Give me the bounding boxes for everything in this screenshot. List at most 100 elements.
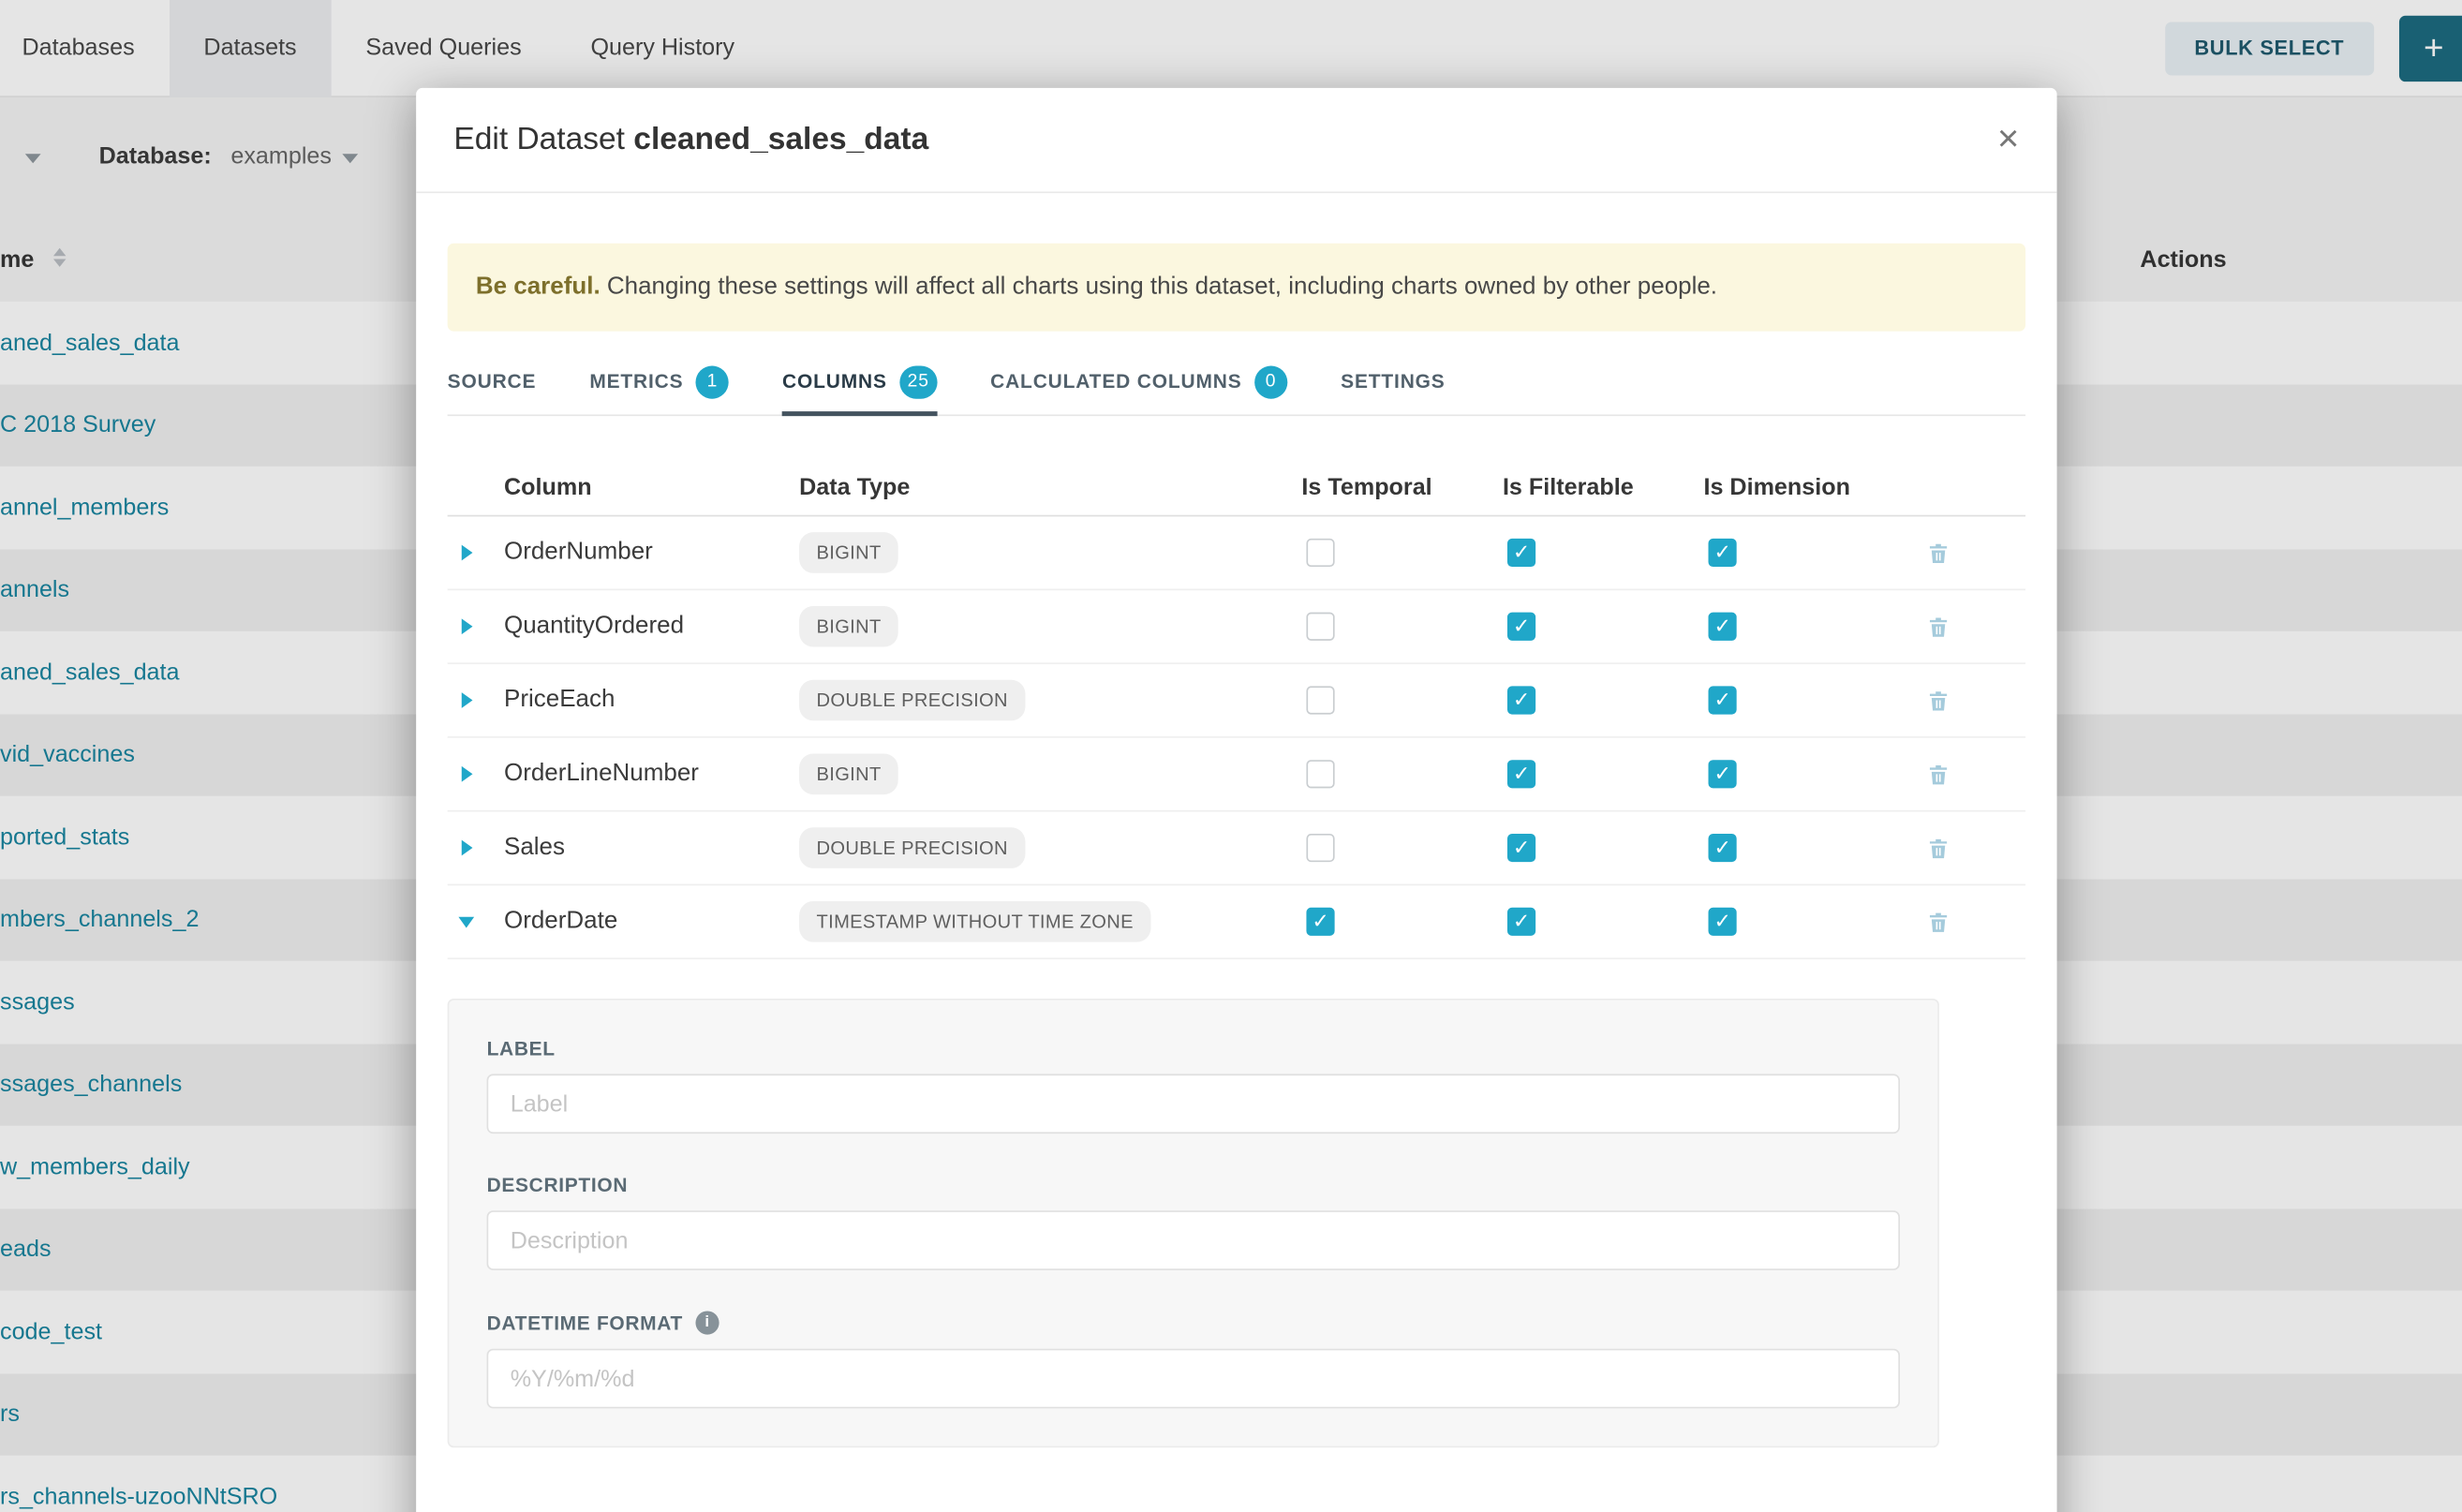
tab-label: COLUMNS [782,371,887,393]
tab-columns[interactable]: COLUMNS25 [782,351,937,414]
is-filterable-cell: ✓ [1503,686,1704,714]
delete-cell [1905,910,1970,933]
expand-caret-icon[interactable] [462,545,473,561]
delete-cell [1905,541,1970,564]
is-temporal-cell: ✓ [1301,908,1503,936]
delete-icon[interactable] [1926,615,1950,638]
expand-cell [448,692,504,708]
delete-icon[interactable] [1926,910,1950,933]
datetime-format-field: DATETIME FORMAT i [487,1312,1900,1409]
tab-metrics[interactable]: METRICS 1 [589,351,729,414]
is-dimension-cell: ✓ [1703,539,1905,567]
description-field-label: DESCRIPTION [487,1175,1900,1196]
is-dimension-checkbox[interactable]: ✓ [1709,539,1737,567]
is-temporal-checkbox[interactable] [1306,834,1334,862]
tab-source[interactable]: SOURCE [448,351,537,414]
is-temporal-cell [1301,539,1503,567]
delete-cell [1905,763,1970,786]
tab-calculated-columns[interactable]: CALCULATED COLUMNS 0 [990,351,1287,414]
expand-cell [448,840,504,856]
data-type-badge: BIGINT [799,754,898,795]
is-filterable-cell: ✓ [1503,760,1704,788]
description-input[interactable] [487,1210,1900,1270]
data-type-badge: DOUBLE PRECISION [799,680,1025,721]
is-filterable-checkbox[interactable]: ✓ [1507,908,1535,936]
columns-table-rows: OrderNumber BIGINT ✓ ✓ QuantityOrdered B… [448,516,2025,959]
tab-label: METRICS [589,371,683,393]
delete-icon[interactable] [1926,689,1950,712]
close-icon[interactable]: × [1997,121,2019,158]
tab-label: CALCULATED COLUMNS [990,371,1241,393]
info-icon[interactable]: i [695,1312,719,1335]
is-filterable-checkbox[interactable]: ✓ [1507,539,1535,567]
column-row: QuantityOrdered BIGINT ✓ ✓ [448,590,2025,664]
is-dimension-checkbox[interactable]: ✓ [1709,760,1737,788]
is-filterable-checkbox[interactable]: ✓ [1507,834,1535,862]
column-header-data-type: Data Type [799,473,1301,499]
is-dimension-cell: ✓ [1703,908,1905,936]
is-temporal-checkbox[interactable] [1306,539,1334,567]
expand-caret-icon[interactable] [462,840,473,856]
is-filterable-checkbox[interactable]: ✓ [1507,613,1535,641]
expand-cell [448,766,504,782]
is-temporal-checkbox[interactable] [1306,686,1334,714]
delete-icon[interactable] [1926,837,1950,860]
columns-table-header: Column Data Type Is Temporal Is Filterab… [448,458,2025,516]
is-dimension-checkbox[interactable]: ✓ [1709,686,1737,714]
delete-icon[interactable] [1926,541,1950,564]
tab-count-badge: 1 [696,365,729,398]
delete-icon[interactable] [1926,763,1950,786]
is-temporal-cell [1301,686,1503,714]
data-type-cell: DOUBLE PRECISION [799,827,1301,868]
column-name: OrderNumber [504,539,799,567]
data-type-badge: DOUBLE PRECISION [799,827,1025,868]
label-field: LABEL [487,1038,1900,1134]
description-field: DESCRIPTION [487,1175,1900,1270]
tab-label: SETTINGS [1341,371,1445,393]
column-row: OrderNumber BIGINT ✓ ✓ [448,516,2025,590]
label-input[interactable] [487,1074,1900,1134]
is-dimension-checkbox[interactable]: ✓ [1709,908,1737,936]
column-name: PriceEach [504,686,799,714]
is-temporal-checkbox[interactable]: ✓ [1306,908,1334,936]
column-header-column: Column [504,473,799,499]
expand-cell [448,545,504,561]
is-dimension-checkbox[interactable]: ✓ [1709,834,1737,862]
expand-cell [448,916,504,927]
expand-caret-icon[interactable] [462,618,473,634]
is-dimension-checkbox[interactable]: ✓ [1709,613,1737,641]
is-filterable-checkbox[interactable]: ✓ [1507,760,1535,788]
expand-caret-icon[interactable] [458,916,474,927]
data-type-badge: TIMESTAMP WITHOUT TIME ZONE [799,901,1150,942]
tab-label: SOURCE [448,371,537,393]
tab-settings[interactable]: SETTINGS [1341,351,1445,414]
datetime-format-input[interactable] [487,1349,1900,1409]
delete-cell [1905,689,1970,712]
is-filterable-cell: ✓ [1503,834,1704,862]
label-field-label: LABEL [487,1038,1900,1060]
expand-caret-icon[interactable] [462,692,473,708]
is-filterable-cell: ✓ [1503,613,1704,641]
column-name: Sales [504,834,799,862]
warning-banner-bold: Be careful. [476,274,601,300]
datetime-format-field-label: DATETIME FORMAT [487,1312,683,1333]
expand-caret-icon[interactable] [462,766,473,782]
app: DatabasesDatasetsSaved QueriesQuery Hist… [0,0,2462,1512]
is-dimension-cell: ✓ [1703,613,1905,641]
column-detail-panel: LABEL DESCRIPTION DATETIME FORMAT i [448,999,1939,1447]
modal-title-prefix: Edit Dataset [453,122,625,156]
column-header-is-dimension: Is Dimension [1703,473,1905,499]
data-type-cell: BIGINT [799,754,1301,795]
column-row: Sales DOUBLE PRECISION ✓ ✓ [448,812,2025,886]
is-temporal-checkbox[interactable] [1306,760,1334,788]
is-filterable-checkbox[interactable]: ✓ [1507,686,1535,714]
column-header-is-temporal: Is Temporal [1301,473,1503,499]
is-temporal-cell [1301,760,1503,788]
tab-count-badge: 0 [1254,365,1287,398]
column-header-is-filterable: Is Filterable [1503,473,1704,499]
is-dimension-cell: ✓ [1703,686,1905,714]
is-filterable-cell: ✓ [1503,539,1704,567]
delete-cell [1905,837,1970,860]
is-temporal-checkbox[interactable] [1306,613,1334,641]
expand-cell [448,618,504,634]
